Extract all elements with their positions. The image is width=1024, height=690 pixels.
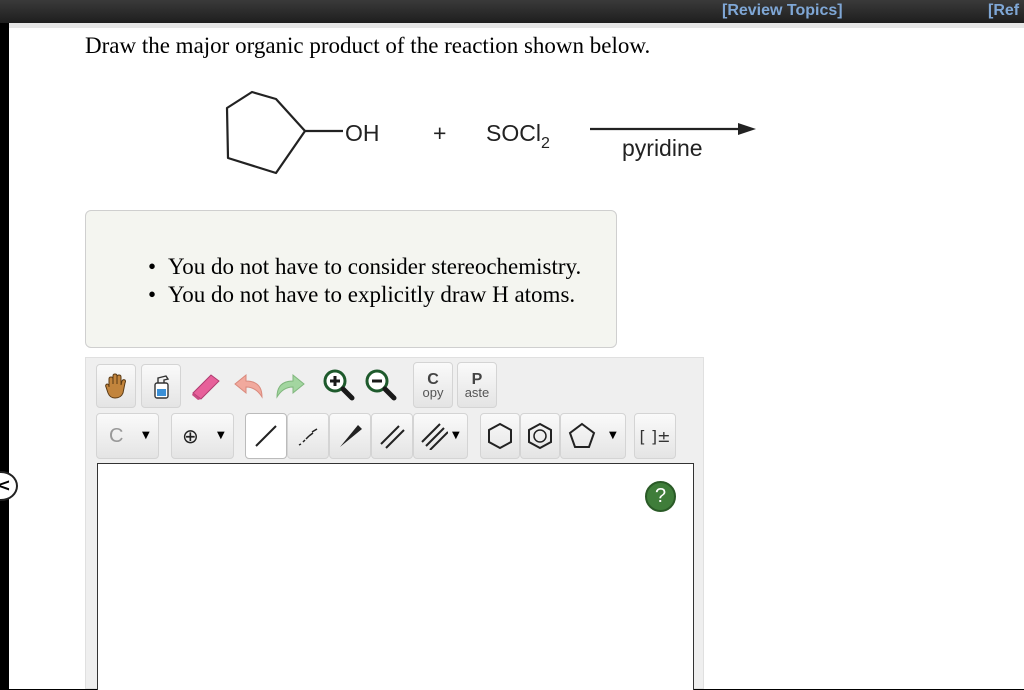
triple-bond-icon	[421, 423, 448, 450]
charge-tool-button[interactable]: ⊕ ▼	[171, 413, 234, 459]
bracket-icon: [ ]±	[639, 426, 671, 446]
triple-bond-button[interactable]: ▼	[413, 413, 468, 459]
cyclohexane-template-button[interactable]	[480, 413, 520, 459]
undo-button[interactable]	[230, 364, 270, 408]
chevron-down-icon: ▼	[217, 430, 225, 441]
hexagon-icon	[488, 422, 512, 450]
cyclopentane-ring	[225, 90, 307, 175]
plus-charge-icon: ⊕	[182, 424, 199, 448]
single-bond-button[interactable]	[245, 413, 287, 459]
move-tool-button[interactable]	[96, 364, 136, 408]
hashed-wedge-icon	[298, 428, 318, 446]
paste-button[interactable]: P aste	[457, 362, 497, 408]
redo-button[interactable]	[269, 364, 309, 408]
note-item: You do not have to consider stereochemis…	[148, 253, 581, 281]
undo-arrow-icon	[234, 373, 263, 399]
zoom-out-button[interactable]	[361, 362, 401, 406]
condition-label: pyridine	[622, 135, 703, 161]
solid-wedge-icon	[340, 425, 362, 447]
notes-list: You do not have to consider stereochemis…	[148, 253, 581, 309]
element-label: C	[109, 424, 124, 447]
zoom-out-icon	[365, 369, 397, 401]
benzene-template-button[interactable]	[520, 413, 560, 459]
chevron-down-icon: ▼	[609, 430, 617, 441]
drawing-canvas[interactable]: ?	[97, 463, 694, 690]
clean-tool-button[interactable]	[141, 364, 181, 408]
zoom-in-icon	[323, 369, 355, 401]
pentagon-icon	[568, 422, 596, 448]
note-item: You do not have to explicitly draw H ato…	[148, 281, 581, 309]
copy-button[interactable]: C opy	[413, 362, 453, 408]
eraser-tool-button[interactable]	[186, 364, 226, 408]
hand-icon	[105, 373, 126, 399]
chevron-down-icon: ▼	[142, 430, 150, 441]
wedge-bond-button[interactable]	[329, 413, 371, 459]
arrow-head	[738, 123, 756, 135]
reaction-scheme: OH + SOCl2 pyridine	[225, 90, 756, 175]
help-button[interactable]: ?	[645, 481, 676, 512]
cyclopentane-template-button[interactable]: ▼	[560, 413, 626, 459]
benzene-icon	[528, 422, 552, 450]
zoom-in-button[interactable]	[319, 362, 359, 406]
review-topics-link[interactable]: [Review Topics]	[722, 0, 843, 22]
paste-label: P aste	[464, 370, 490, 400]
top-bar: [Review Topics] [Ref	[0, 0, 1024, 23]
left-edge	[0, 23, 9, 689]
notes-box: You do not have to consider stereochemis…	[85, 210, 617, 348]
structure-editor: C opy P aste C ▼ ⊕ ▼ ▼ ▼ []± ?	[85, 357, 704, 690]
question-prompt: Draw the major organic product of the re…	[85, 33, 651, 58]
double-bond-button[interactable]	[371, 413, 413, 459]
double-bond-icon	[380, 425, 405, 449]
hashed-bond-button[interactable]	[287, 413, 329, 459]
single-bond-icon	[255, 425, 277, 447]
redo-arrow-icon	[276, 373, 305, 399]
element-selector-button[interactable]: C ▼	[96, 413, 159, 459]
bracket-tool-button[interactable]: [ ]±	[634, 413, 676, 459]
eraser-icon	[192, 374, 220, 400]
plus-sign: +	[433, 120, 446, 146]
hydroxyl-label: OH	[345, 120, 380, 146]
reagent-label: SOCl2	[486, 120, 550, 152]
references-link[interactable]: [Ref	[988, 0, 1019, 22]
spray-bottle-icon	[154, 375, 170, 399]
chevron-down-icon: ▼	[452, 430, 460, 441]
copy-label: C opy	[422, 370, 444, 400]
